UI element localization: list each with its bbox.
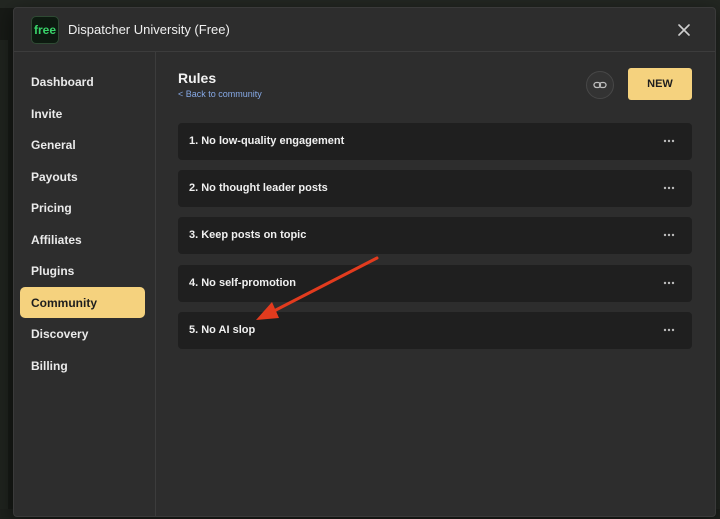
more-options-icon — [663, 139, 675, 143]
close-icon — [678, 24, 690, 36]
sidebar: Dashboard Invite General Payouts Pricing… — [14, 52, 156, 516]
more-options-icon — [663, 281, 675, 285]
sidebar-item-community[interactable]: Community — [20, 287, 145, 318]
sidebar-item-billing[interactable]: Billing — [20, 350, 145, 381]
rule-menu-button[interactable] — [658, 322, 680, 338]
more-options-icon — [663, 233, 675, 237]
modal-header: free Dispatcher University (Free) — [14, 8, 715, 52]
more-options-icon — [663, 328, 675, 332]
sidebar-item-pricing[interactable]: Pricing — [20, 192, 145, 223]
more-options-icon — [663, 186, 675, 190]
sidebar-item-invite[interactable]: Invite — [20, 98, 145, 129]
rule-label: 5. No AI slop — [189, 324, 256, 336]
page-title: Rules — [178, 70, 217, 86]
sidebar-item-affiliates[interactable]: Affiliates — [20, 224, 145, 255]
back-to-community-link[interactable]: < Back to community — [178, 89, 262, 99]
rule-row[interactable]: 3. Keep posts on topic — [178, 217, 692, 254]
sidebar-item-discovery[interactable]: Discovery — [20, 318, 145, 349]
rule-menu-button[interactable] — [658, 275, 680, 291]
link-icon — [593, 81, 607, 89]
rule-menu-button[interactable] — [658, 180, 680, 196]
rule-label: 4. No self-promotion — [189, 277, 296, 289]
sidebar-item-payouts[interactable]: Payouts — [20, 161, 145, 192]
rule-label: 1. No low-quality engagement — [189, 135, 345, 147]
new-rule-button[interactable]: NEW — [628, 68, 692, 100]
rule-label: 2. No thought leader posts — [189, 182, 328, 194]
sidebar-item-plugins[interactable]: Plugins — [20, 255, 145, 286]
rule-row[interactable]: 4. No self-promotion — [178, 265, 692, 302]
settings-modal: free Dispatcher University (Free) Dashbo… — [13, 7, 716, 517]
app-title: Dispatcher University (Free) — [68, 22, 230, 37]
rule-label: 3. Keep posts on topic — [189, 229, 307, 241]
sidebar-item-dashboard[interactable]: Dashboard — [20, 66, 145, 97]
rule-menu-button[interactable] — [658, 227, 680, 243]
copy-link-button[interactable] — [586, 71, 614, 99]
background-left — [0, 40, 8, 510]
sidebar-item-general[interactable]: General — [20, 129, 145, 160]
app-logo: free — [31, 16, 59, 44]
rule-menu-button[interactable] — [658, 133, 680, 149]
close-button[interactable] — [672, 18, 696, 42]
rules-panel: Rules < Back to community NEW 1. No low-… — [156, 52, 715, 516]
rule-row[interactable]: 2. No thought leader posts — [178, 170, 692, 207]
rule-row[interactable]: 1. No low-quality engagement — [178, 123, 692, 160]
rule-row[interactable]: 5. No AI slop — [178, 312, 692, 349]
